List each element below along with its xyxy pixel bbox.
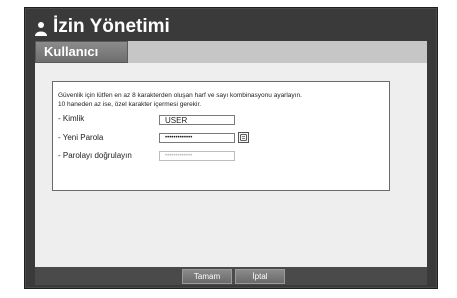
footer-bar: Tamam İptal <box>35 267 427 285</box>
id-label: - Kimlik <box>58 114 85 123</box>
id-field[interactable]: USER <box>159 115 235 125</box>
tab-user[interactable]: Kullanıcı <box>35 41 128 63</box>
permission-management-window: İzin Yönetimi Kullanıcı Güvenlik için lü… <box>24 7 438 289</box>
tab-strip: Kullanıcı <box>35 41 427 63</box>
new-password-label: - Yeni Parola <box>58 133 104 142</box>
new-password-field[interactable]: ••••••••••••• <box>159 133 235 143</box>
virtual-keyboard-button[interactable] <box>238 132 249 143</box>
user-form: Güvenlik için lütfen en az 8 karakterden… <box>52 81 390 191</box>
special-char-notice: 10 haneden az ise, özel karakter içermes… <box>58 101 202 108</box>
page-title: İzin Yönetimi <box>53 16 170 37</box>
ok-button[interactable]: Tamam <box>182 269 232 284</box>
content-panel: Güvenlik için lütfen en az 8 karakterden… <box>35 63 427 267</box>
password-rule-notice: Güvenlik için lütfen en az 8 karakterden… <box>58 92 302 99</box>
cancel-button[interactable]: İptal <box>235 269 285 284</box>
virtual-keyboard-icon <box>240 134 247 141</box>
confirm-password-field[interactable]: ••••••••••••• <box>159 151 235 161</box>
confirm-password-label: - Parolayı doğrulayın <box>58 151 132 160</box>
user-icon <box>35 21 47 37</box>
